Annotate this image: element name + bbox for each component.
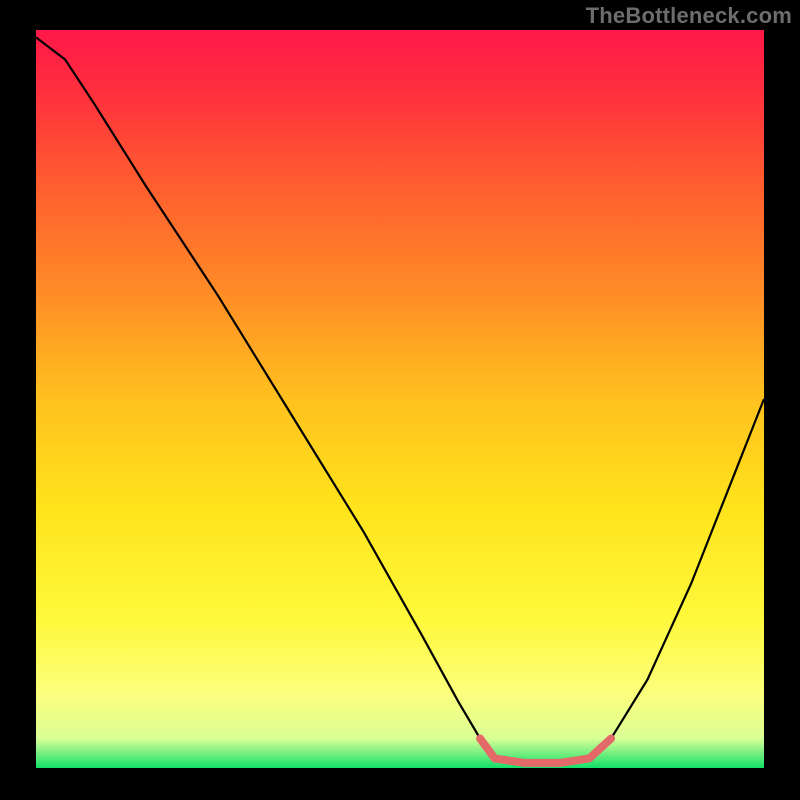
chart-plot xyxy=(36,30,764,768)
chart-bg xyxy=(36,30,764,768)
attribution-label: TheBottleneck.com xyxy=(586,3,792,29)
chart-frame: TheBottleneck.com xyxy=(0,0,800,800)
